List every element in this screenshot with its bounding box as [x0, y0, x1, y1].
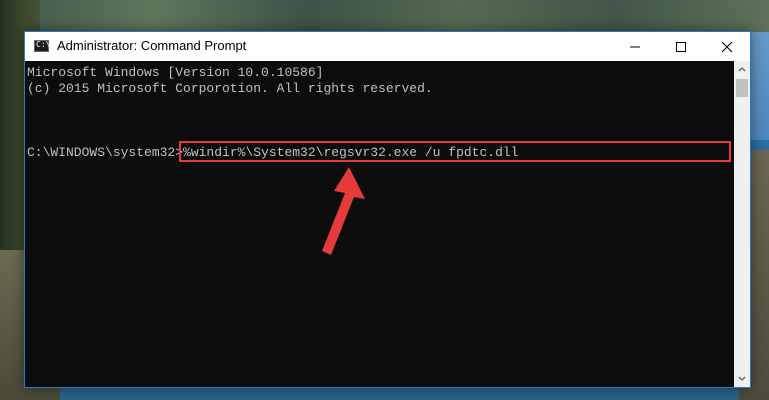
- minimize-button[interactable]: [612, 32, 658, 61]
- minimize-icon: [630, 46, 640, 47]
- maximize-icon: [676, 41, 686, 52]
- title-bar[interactable]: C:\ Administrator: Command Prompt: [25, 32, 750, 61]
- console-output[interactable]: Microsoft Windows [Version 10.0.10586] (…: [25, 61, 734, 387]
- close-icon: [721, 41, 733, 52]
- console-line-version: Microsoft Windows [Version 10.0.10586]: [27, 65, 324, 80]
- cmd-icon[interactable]: C:\: [34, 40, 50, 52]
- scroll-down-icon: [738, 376, 746, 381]
- command-prompt-window[interactable]: C:\ Administrator: Command Prompt Micros…: [24, 31, 751, 388]
- console-line-copyright: (c) 2015 Microsoft Corporotion. All righ…: [27, 81, 433, 96]
- scroll-down-button[interactable]: [734, 371, 750, 387]
- command-highlight-box: [179, 141, 731, 162]
- desktop-foliage: [0, 0, 769, 32]
- vertical-scrollbar[interactable]: [734, 61, 750, 387]
- scroll-thumb[interactable]: [736, 79, 748, 97]
- scroll-up-button[interactable]: [734, 61, 750, 77]
- arrow-pointer-icon: [322, 167, 365, 255]
- scroll-up-icon: [738, 67, 746, 72]
- maximize-button[interactable]: [658, 32, 704, 61]
- console-prompt: C:\WINDOWS\system32>: [27, 145, 184, 160]
- close-button[interactable]: [704, 32, 750, 61]
- window-title: Administrator: Command Prompt: [57, 38, 247, 53]
